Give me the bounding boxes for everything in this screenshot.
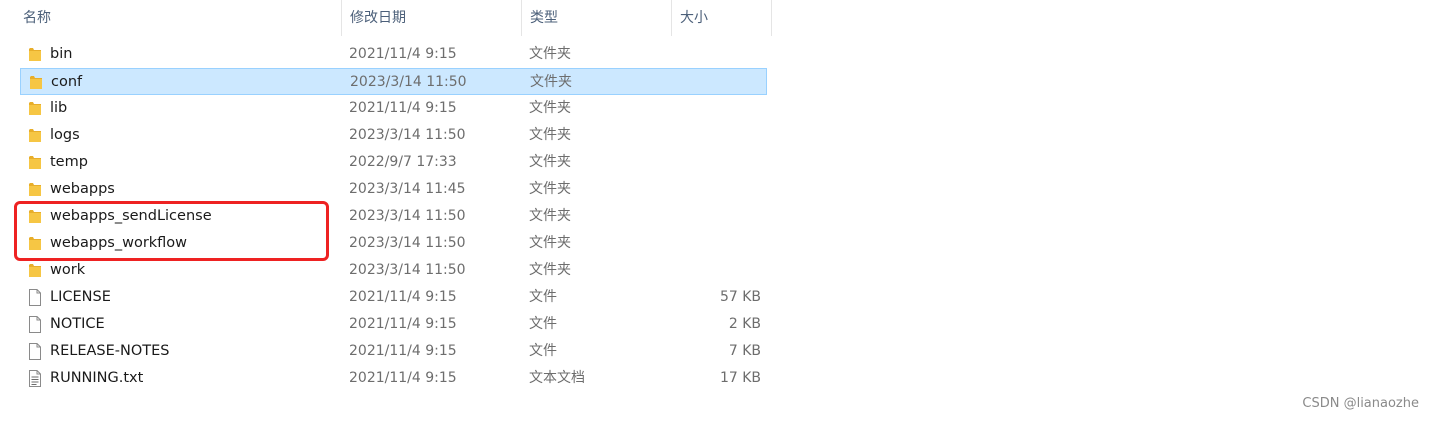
file-type: 文件夹 [529,100,571,116]
file-date-modified: 2021/11/4 9:15 [349,370,457,386]
file-row[interactable]: work 2023/3/14 11:50 文件夹 [20,257,767,284]
folder-icon [28,46,42,63]
file-name: conf [51,74,83,90]
file-size: 7 KB [728,343,761,359]
file-type: 文件夹 [529,262,571,278]
file-name: temp [50,154,88,170]
file-name: webapps [50,181,115,197]
file-size: 57 KB [719,289,761,305]
file-row[interactable]: lib 2021/11/4 9:15 文件夹 [20,95,767,122]
file-date-modified: 2021/11/4 9:15 [349,46,457,62]
column-header-bar: ⌃ 名称 修改日期 类型 大小 [0,0,772,36]
column-header-size[interactable]: 大小 [672,0,772,36]
file-row[interactable]: conf 2023/3/14 11:50 文件夹 [20,68,767,95]
file-name: lib [50,100,68,116]
file-type: 文件夹 [529,181,571,197]
file-row[interactable]: temp 2022/9/7 17:33 文件夹 [20,149,767,176]
file-explorer: ⌃ 名称 修改日期 类型 大小 bin 2021/11/4 9:15 文件夹 con… [0,0,1434,421]
file-row[interactable]: webapps 2023/3/14 11:45 文件夹 [20,176,767,203]
file-date-modified: 2023/3/14 11:50 [349,262,466,278]
file-date-modified: 2023/3/14 11:50 [349,127,466,143]
file-date-modified: 2023/3/14 11:50 [349,235,466,251]
annotation-highlight-box [14,201,329,261]
file-row[interactable]: RELEASE-NOTES 2021/11/4 9:15 文件 7 KB [20,338,767,365]
file-date-modified: 2021/11/4 9:15 [349,100,457,116]
file-row[interactable]: logs 2023/3/14 11:50 文件夹 [20,122,767,149]
file-name: LICENSE [50,289,111,305]
file-name: RUNNING.txt [50,370,144,386]
file-date-modified: 2021/11/4 9:15 [349,289,457,305]
file-type: 文件夹 [529,208,571,224]
text-file-icon [28,370,42,387]
file-size: 17 KB [719,370,761,386]
file-name: NOTICE [50,316,105,332]
folder-icon [28,100,42,117]
file-date-modified: 2021/11/4 9:15 [349,316,457,332]
file-type: 文本文档 [529,370,585,386]
file-type: 文件夹 [529,127,571,143]
file-type: 文件 [529,343,557,359]
folder-icon [28,154,42,171]
file-name: logs [50,127,80,143]
file-row[interactable]: bin 2021/11/4 9:15 文件夹 [20,41,767,68]
column-header-name[interactable]: 名称 [15,0,342,36]
folder-icon [28,127,42,144]
file-type: 文件 [529,316,557,332]
file-date-modified: 2022/9/7 17:33 [349,154,457,170]
file-date-modified: 2023/3/14 11:50 [349,208,466,224]
file-icon [28,289,42,306]
folder-icon [28,181,42,198]
file-date-modified: 2021/11/4 9:15 [349,343,457,359]
file-icon [28,316,42,333]
watermark: CSDN @lianaozhe [1302,396,1419,411]
file-date-modified: 2023/3/14 11:50 [350,74,467,90]
file-icon [28,343,42,360]
file-row[interactable]: NOTICE 2021/11/4 9:15 文件 2 KB [20,311,767,338]
folder-icon [29,74,43,91]
file-name: bin [50,46,73,62]
file-size: 2 KB [728,316,761,332]
file-row[interactable]: RUNNING.txt 2021/11/4 9:15 文本文档 17 KB [20,365,767,392]
column-header-date-modified[interactable]: 修改日期 [342,0,522,36]
folder-icon [28,262,42,279]
file-name: RELEASE-NOTES [50,343,170,359]
file-type: 文件夹 [529,235,571,251]
file-date-modified: 2023/3/14 11:45 [349,181,466,197]
column-header-type[interactable]: 类型 [522,0,672,36]
file-type: 文件 [529,289,557,305]
file-type: 文件夹 [530,74,572,90]
file-name: work [50,262,86,278]
file-type: 文件夹 [529,154,571,170]
file-type: 文件夹 [529,46,571,62]
file-row[interactable]: LICENSE 2021/11/4 9:15 文件 57 KB [20,284,767,311]
